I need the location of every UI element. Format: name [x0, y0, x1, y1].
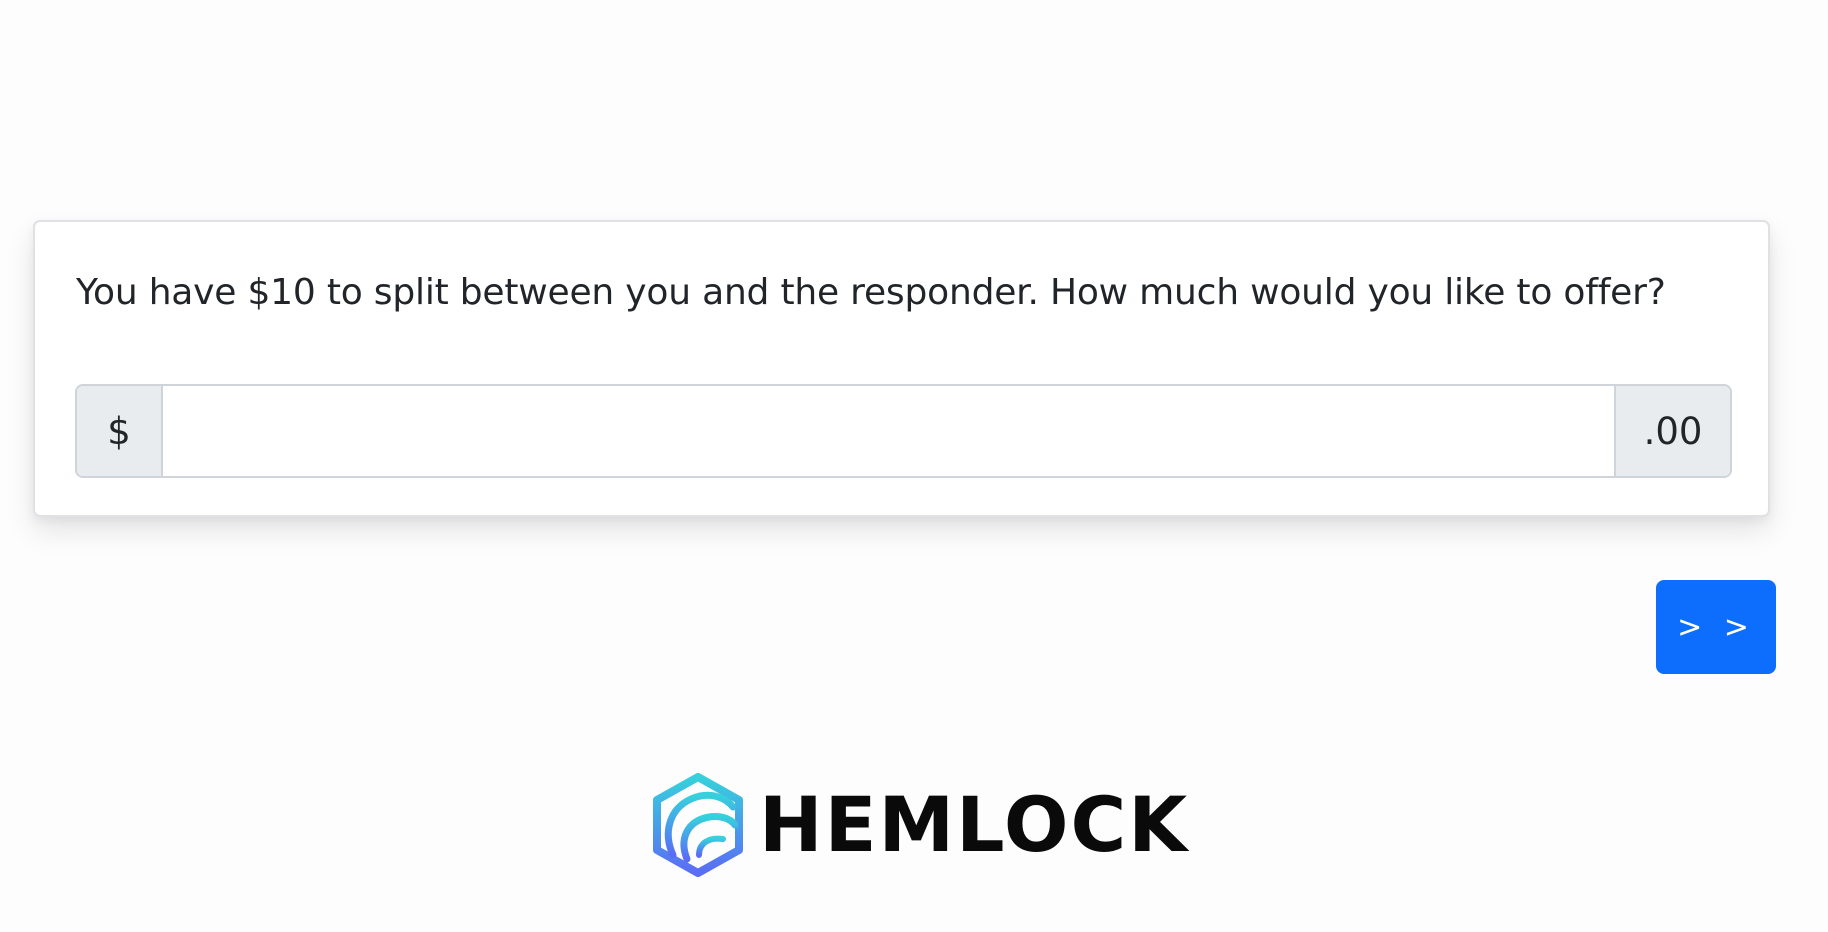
cents-suffix: .00: [1614, 386, 1730, 476]
next-button[interactable]: > >: [1656, 580, 1776, 674]
hemlock-logo: HEMLOCK: [651, 773, 1189, 877]
offer-input-group: $ .00: [75, 384, 1732, 478]
currency-prefix: $: [77, 386, 163, 476]
hemlock-hexagon-logo-icon: [653, 773, 743, 877]
logo-wordmark: HEMLOCK: [759, 780, 1190, 869]
page: You have $10 to split between you and th…: [0, 0, 1828, 932]
offer-amount-input[interactable]: [163, 386, 1614, 476]
question-card: You have $10 to split between you and th…: [33, 220, 1770, 517]
question-text: You have $10 to split between you and th…: [76, 272, 1666, 313]
